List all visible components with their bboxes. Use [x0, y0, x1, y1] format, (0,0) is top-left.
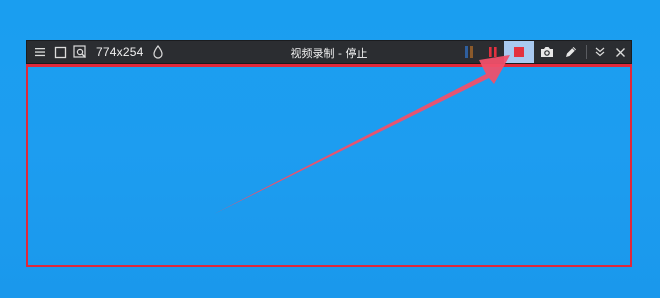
color-bars-icon: [465, 46, 473, 58]
capture-region-frame[interactable]: [26, 64, 632, 267]
zoom-frame-button[interactable]: [70, 41, 90, 63]
dimensions-label: 774x254: [96, 45, 144, 59]
color-bars[interactable]: [460, 41, 482, 63]
zoom-frame-icon: [73, 45, 86, 58]
screenshot-button[interactable]: [534, 41, 560, 63]
pause-icon: [489, 47, 497, 57]
water-drop-icon: [153, 45, 164, 59]
collapse-button[interactable]: [591, 41, 609, 63]
stop-icon: [514, 47, 524, 57]
double-chevron-down-icon: [595, 47, 605, 57]
menu-icon: [35, 48, 45, 57]
pause-button[interactable]: [482, 41, 504, 63]
close-button[interactable]: [609, 41, 631, 63]
opacity-button[interactable]: [149, 41, 167, 63]
stop-button[interactable]: [504, 41, 534, 63]
select-region-button[interactable]: [50, 41, 70, 63]
annotate-button[interactable]: [560, 41, 582, 63]
pen-icon: [566, 47, 576, 57]
toolbar-separator: [586, 45, 587, 59]
recorder-toolbar: 774x254 视频录制 - 停止: [26, 40, 632, 64]
toolbar-actions: [460, 41, 631, 63]
close-icon: [615, 47, 625, 57]
square-select-icon: [54, 46, 66, 58]
menu-button[interactable]: [30, 41, 50, 63]
camera-icon: [541, 47, 553, 57]
